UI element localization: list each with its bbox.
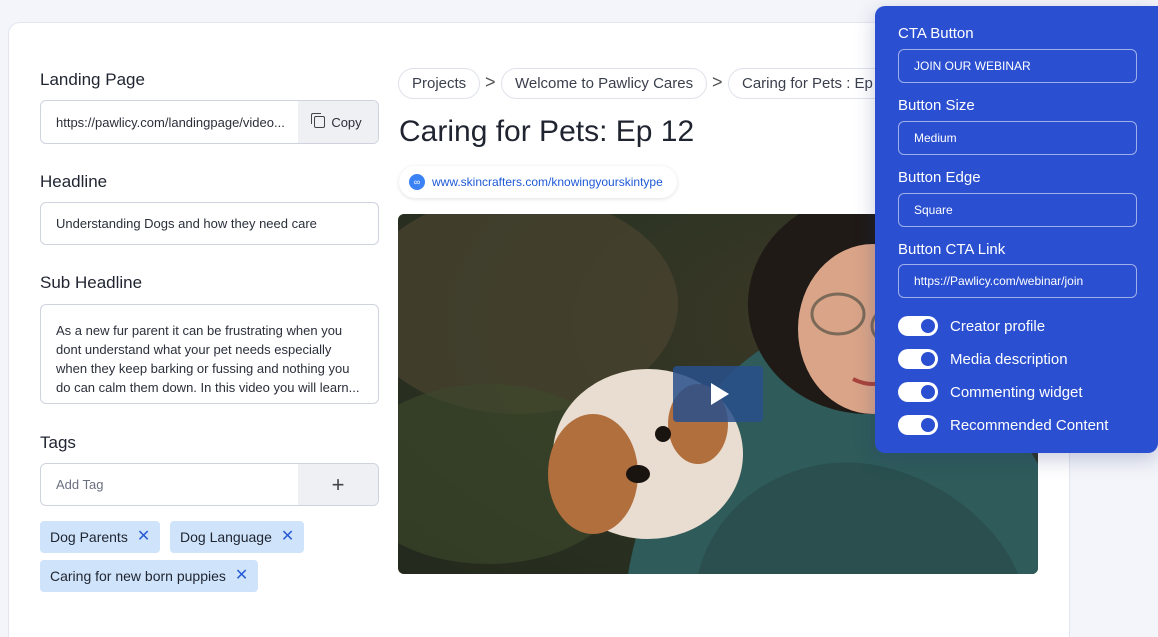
add-tag-button[interactable]: +: [298, 464, 378, 505]
breadcrumb-chevron-icon: >: [485, 72, 496, 92]
toggle-switch[interactable]: [898, 415, 938, 435]
toggle-creator-profile: Creator profile: [898, 316, 1045, 336]
copy-label: Copy: [331, 114, 362, 130]
tag-chip: Caring for new born puppies ✕: [40, 560, 259, 592]
tag-chip: Dog Parents ✕: [40, 521, 161, 553]
toggle-knob: [921, 418, 935, 432]
toggle-label: Commenting widget: [950, 383, 1083, 401]
cta-button-label: CTA Button: [898, 25, 974, 42]
button-size-field[interactable]: Medium: [898, 121, 1137, 155]
toggle-knob: [921, 385, 935, 399]
remove-tag-icon[interactable]: ✕: [235, 568, 248, 584]
breadcrumb-projects[interactable]: Projects: [398, 68, 481, 99]
toggle-label: Creator profile: [950, 317, 1046, 335]
tag-input-field[interactable]: Add Tag +: [40, 463, 379, 506]
toggle-recommended-content: Recommended Content: [898, 415, 1108, 435]
tags-label: Tags: [40, 433, 76, 452]
tag-chip-label: Dog Language: [180, 529, 272, 545]
sub-headline-label: Sub Headline: [40, 273, 143, 292]
toggle-switch[interactable]: [898, 382, 938, 402]
toggle-commenting-widget: Commenting widget: [898, 382, 1083, 402]
copy-button[interactable]: Copy: [298, 101, 378, 143]
sub-headline-value: As a new fur parent it can be frustratin…: [56, 323, 360, 395]
page-title: Caring for Pets: Ep 12: [399, 115, 695, 148]
play-icon: [711, 383, 729, 405]
landing-url-text: https://pawlicy.com/landingpage/video...: [56, 114, 285, 130]
button-size-label: Button Size: [898, 97, 975, 114]
copy-icon: [311, 113, 326, 128]
media-link[interactable]: ∞ www.skincrafters.com/knowingyourskinty…: [399, 166, 677, 198]
tag-chip-label: Caring for new born puppies: [50, 568, 226, 584]
toggle-media-description: Media description: [898, 349, 1068, 369]
tag-chip-label: Dog Parents: [50, 529, 128, 545]
breadcrumb-current[interactable]: Caring for Pets : Ep: [728, 68, 875, 99]
button-cta-link-label: Button CTA Link: [898, 241, 1006, 258]
tag-chip: Dog Language ✕: [170, 521, 305, 553]
landing-page-label: Landing Page: [40, 70, 145, 89]
sub-headline-field[interactable]: As a new fur parent it can be frustratin…: [40, 304, 379, 404]
breadcrumb-project[interactable]: Welcome to Pawlicy Cares: [501, 68, 708, 99]
cta-settings-panel: CTA Button JOIN OUR WEBINAR Button Size …: [875, 6, 1158, 453]
button-edge-label: Button Edge: [898, 169, 981, 186]
toggle-label: Media description: [950, 350, 1068, 368]
button-cta-link-field[interactable]: https://Pawlicy.com/webinar/join: [898, 264, 1137, 298]
tag-input[interactable]: Add Tag: [56, 477, 298, 492]
remove-tag-icon[interactable]: ✕: [137, 529, 150, 545]
toggle-label: Recommended Content: [950, 416, 1109, 434]
toggle-knob: [921, 319, 935, 333]
play-button[interactable]: [673, 366, 763, 422]
toggle-switch[interactable]: [898, 349, 938, 369]
toggle-knob: [921, 352, 935, 366]
headline-label: Headline: [40, 172, 108, 191]
remove-tag-icon[interactable]: ✕: [281, 529, 294, 545]
button-edge-field[interactable]: Square: [898, 193, 1137, 227]
headline-field[interactable]: Understanding Dogs and how they need car…: [40, 202, 379, 245]
cta-button-field[interactable]: JOIN OUR WEBINAR: [898, 49, 1137, 83]
headline-value: Understanding Dogs and how they need car…: [56, 216, 317, 231]
media-link-text: www.skincrafters.com/knowingyourskintype: [432, 175, 663, 189]
toggle-switch[interactable]: [898, 316, 938, 336]
breadcrumb-chevron-icon: >: [712, 72, 723, 92]
landing-url-field[interactable]: https://pawlicy.com/landingpage/video...…: [40, 100, 379, 144]
link-icon: ∞: [409, 174, 425, 190]
